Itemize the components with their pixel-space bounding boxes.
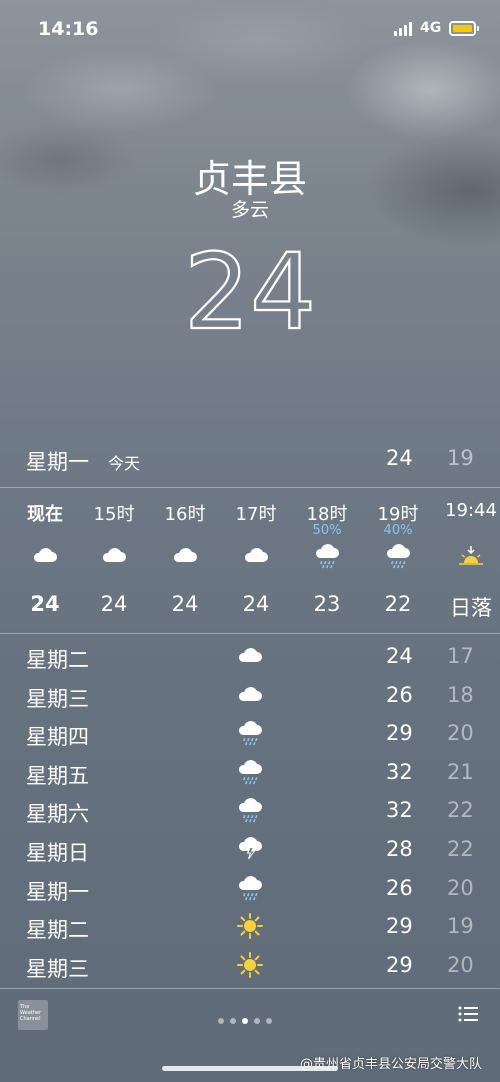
page-dot[interactable] (266, 1018, 272, 1024)
day-high: 29 (386, 721, 413, 746)
hourly-time: 19:44 (445, 500, 497, 521)
rain-cloud-icon (236, 758, 264, 786)
day-low: 19 (447, 914, 474, 939)
bottom-bar: The Weather Channel @贵州省贞丰县公安局交警大队 (0, 990, 500, 1082)
day-name: 星期六 (26, 802, 89, 827)
weather-channel-logo[interactable]: The Weather Channel (18, 1000, 48, 1030)
cloud-icon (236, 642, 264, 670)
daily-row: 星期四 29 20 (0, 715, 500, 753)
day-high: 29 (386, 952, 413, 977)
cloud-icon (31, 542, 59, 570)
day-low: 22 (447, 798, 474, 823)
hourly-item: 现在 24 (10, 488, 80, 633)
hourly-temperature: 24 (171, 592, 199, 616)
hourly-temperature: 24 (30, 592, 60, 616)
day-high: 28 (386, 837, 413, 861)
hourly-temperature: 24 (100, 592, 128, 616)
day-low: 17 (447, 644, 474, 668)
day-high: 24 (386, 644, 413, 668)
day-low: 22 (447, 837, 474, 861)
day-name: 星期三 (26, 686, 89, 711)
hourly-item: 19:44 日落 (436, 488, 500, 633)
current-temperature: 24 (0, 232, 500, 342)
hourly-temperature: 23 (313, 592, 341, 616)
day-low: 20 (447, 721, 474, 746)
hourly-time: 15时 (93, 504, 135, 525)
rain-cloud-icon (236, 719, 264, 747)
today-low: 19 (447, 446, 474, 470)
day-high: 26 (386, 682, 413, 707)
hourly-temperature: 22 (384, 592, 412, 616)
hourly-time: 现在 (27, 504, 63, 525)
day-name: 星期三 (26, 956, 89, 981)
hourly-item: 17时 24 (221, 488, 291, 633)
daily-row: 星期五 32 21 (0, 754, 500, 792)
page-dot[interactable] (230, 1018, 236, 1024)
current-condition: 多云 (230, 199, 269, 221)
sun-icon (236, 912, 264, 940)
today-day: 星期一 (26, 450, 89, 474)
precipitation-chance: 40% (383, 523, 413, 538)
sun-icon (236, 951, 264, 979)
daily-row: 星期三 29 20 (0, 947, 500, 985)
network-type: 4G (420, 20, 442, 36)
divider (0, 988, 500, 989)
sunset-icon (457, 542, 485, 570)
cloud-icon (100, 542, 128, 570)
day-name: 星期日 (26, 841, 89, 865)
cloud-icon (242, 542, 270, 570)
day-low: 20 (447, 952, 474, 977)
daily-row: 星期日 28 22 (0, 831, 500, 869)
today-tag: 今天 (108, 454, 141, 473)
page-dot[interactable] (254, 1018, 260, 1024)
cloud-icon (236, 681, 264, 709)
rain-cloud-icon (313, 542, 341, 570)
rain-cloud-icon (384, 542, 412, 570)
day-high: 32 (386, 798, 413, 823)
hourly-item: 15时 24 (79, 488, 149, 633)
page-indicator[interactable] (218, 1009, 278, 1024)
page-dot[interactable] (218, 1018, 224, 1024)
hourly-temperature: 日落 (450, 596, 492, 620)
hourly-time: 16时 (164, 504, 206, 525)
day-name: 星期四 (26, 725, 89, 750)
cloud-icon (171, 542, 199, 570)
rain-cloud-icon (236, 874, 264, 902)
day-name: 星期一 (26, 879, 89, 904)
divider (0, 633, 500, 634)
hourly-time: 17时 (235, 504, 277, 525)
hourly-item: 19时 40% 22 (363, 488, 433, 633)
list-icon[interactable] (458, 1006, 478, 1022)
hourly-temperature: 24 (242, 592, 270, 616)
rain-cloud-icon (236, 796, 264, 824)
daily-row: 星期一 26 20 (0, 870, 500, 908)
signal-icon (394, 22, 414, 36)
today-summary: 星期一 今天 24 19 (0, 440, 500, 480)
today-high: 24 (386, 446, 413, 470)
home-indicator[interactable] (162, 1066, 338, 1071)
day-low: 18 (447, 682, 474, 707)
day-low: 20 (447, 875, 474, 900)
page-dot[interactable] (242, 1018, 248, 1024)
daily-row: 星期六 32 22 (0, 792, 500, 830)
day-low: 21 (447, 759, 474, 784)
day-name: 星期二 (26, 918, 89, 943)
svg-text:24: 24 (184, 232, 316, 342)
precipitation-chance: 50% (312, 523, 342, 538)
day-high: 26 (386, 875, 413, 900)
day-name: 星期二 (26, 648, 89, 672)
status-time: 14:16 (38, 18, 99, 40)
daily-row: 星期二 24 17 (0, 638, 500, 676)
battery-icon (449, 21, 479, 36)
hourly-item: 16时 24 (150, 488, 220, 633)
hourly-forecast[interactable]: 现在 24 15时 24 16时 24 17时 24 18时 50% 23 19时 40% 22 19:44… (0, 488, 500, 633)
daily-row: 星期二 29 19 (0, 908, 500, 946)
day-high: 29 (386, 914, 413, 939)
day-high: 32 (386, 759, 413, 784)
day-name: 星期五 (26, 763, 89, 788)
daily-row: 星期三 26 18 (0, 677, 500, 715)
thunderstorm-icon (236, 835, 264, 863)
hourly-item: 18时 50% 23 (292, 488, 362, 633)
status-bar: 14:16 4G (0, 0, 500, 60)
